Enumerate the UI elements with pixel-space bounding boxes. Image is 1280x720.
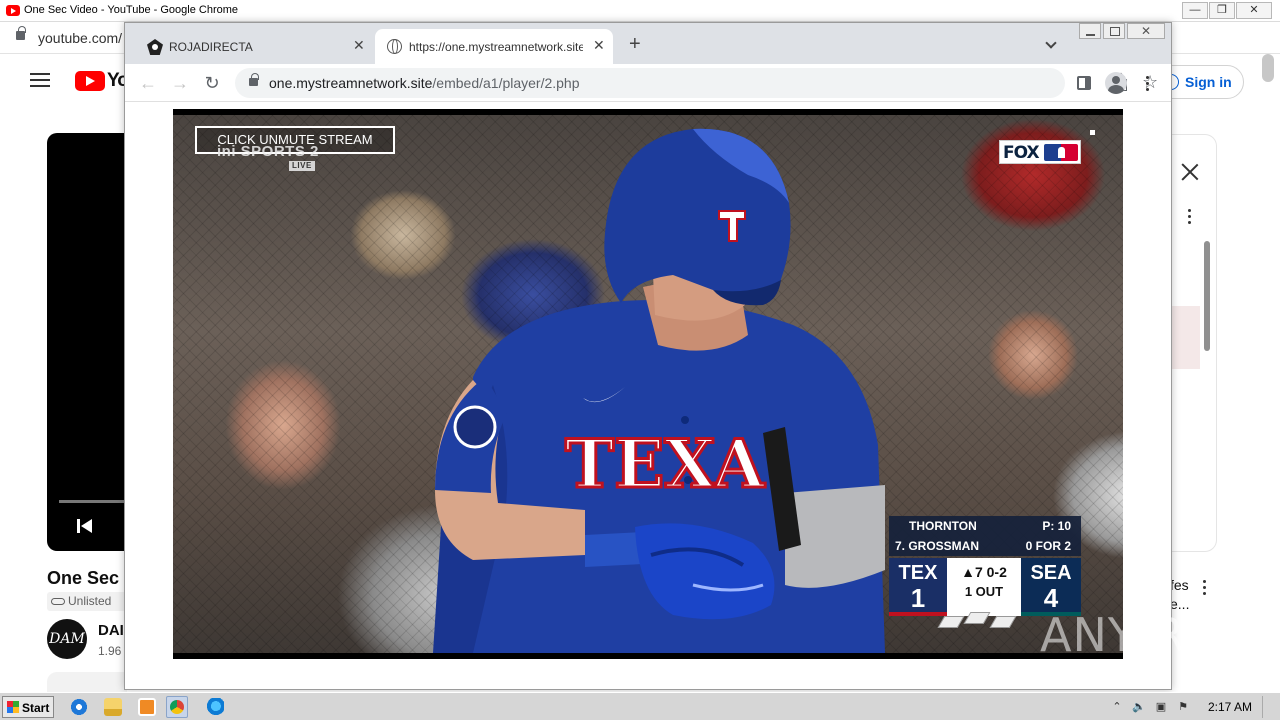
game-state-box: ▲7 0-2 1 OUT bbox=[947, 558, 1021, 616]
forward-arrow-icon[interactable]: → bbox=[169, 72, 191, 94]
away-team: TEX bbox=[898, 562, 938, 584]
outs-count: 1 OUT bbox=[964, 584, 1004, 599]
clock[interactable]: 2:17 AM bbox=[1208, 700, 1252, 714]
live-badge: LIVE bbox=[289, 161, 315, 171]
show-desktop-button[interactable] bbox=[1262, 696, 1276, 718]
tab-stream[interactable]: https://one.mystreamnetwork.site/e ✕ bbox=[375, 29, 613, 64]
media-player-icon[interactable] bbox=[138, 698, 156, 716]
video-player[interactable]: TEXA CLICK UNMUTE STREAM ini SPORTS 2 LI… bbox=[173, 109, 1123, 659]
scorebug: THORNTON P: 10 7. GROSSMAN 0 FOR 2 TEX 1… bbox=[889, 516, 1081, 628]
sign-in-label: Sign in bbox=[1185, 74, 1232, 90]
batter-row: 7. GROSSMAN 0 FOR 2 bbox=[889, 536, 1081, 556]
side-panel-highlight bbox=[1172, 306, 1200, 369]
url-path: /embed/a1/player/2.php bbox=[432, 75, 580, 91]
pitcher-row: THORNTON P: 10 bbox=[889, 516, 1081, 536]
pitch-count: P: 10 bbox=[1042, 519, 1071, 533]
network-prefix: ini bbox=[217, 143, 236, 160]
popup-close-button[interactable]: ✕ bbox=[1127, 23, 1165, 39]
unlisted-label: Unlisted bbox=[68, 594, 112, 608]
start-label: Start bbox=[22, 701, 50, 715]
recommendation-text: fes e... bbox=[1170, 577, 1190, 612]
maximize-button[interactable]: ❐ bbox=[1209, 2, 1235, 19]
previous-track-icon[interactable] bbox=[77, 518, 93, 534]
tray-expand-icon[interactable]: ⌃ bbox=[1110, 700, 1124, 714]
close-icon[interactable] bbox=[1180, 162, 1200, 182]
youtube-logo-icon[interactable] bbox=[75, 71, 105, 91]
profile-icon[interactable] bbox=[1105, 72, 1127, 94]
windows-logo-icon bbox=[7, 701, 19, 713]
subscriber-count: 1.96 bbox=[98, 644, 122, 658]
anyrun-watermark: ANY RUN bbox=[1040, 608, 1256, 662]
tab-close-icon[interactable]: ✕ bbox=[593, 37, 605, 54]
fox-mlb-logo: FOX bbox=[999, 140, 1081, 164]
inning-count: ▲7 0-2 bbox=[961, 564, 1007, 580]
lock-icon bbox=[16, 26, 26, 40]
globe-icon bbox=[387, 39, 402, 54]
back-arrow-icon[interactable]: ← bbox=[137, 72, 159, 94]
tab-rojadirecta[interactable]: ROJADIRECTA ✕ bbox=[125, 29, 373, 64]
chevron-down-icon[interactable] bbox=[1045, 37, 1057, 49]
recommendation-more-icon[interactable] bbox=[1203, 580, 1207, 596]
volume-icon[interactable]: 🔈 bbox=[1132, 700, 1146, 714]
page-content: TEXA CLICK UNMUTE STREAM ini SPORTS 2 LI… bbox=[125, 103, 1171, 689]
fox-logo-text: FOX bbox=[1003, 143, 1040, 163]
base-runners-icon bbox=[937, 612, 1037, 632]
new-tab-button[interactable]: + bbox=[629, 34, 641, 54]
rojadirecta-favicon-icon bbox=[147, 39, 163, 55]
tab-label: ROJADIRECTA bbox=[169, 40, 253, 54]
chrome-icon[interactable] bbox=[166, 696, 188, 718]
batter-name: 7. GROSSMAN bbox=[895, 539, 980, 553]
url-host: one.mystreamnetwork.site bbox=[269, 75, 433, 91]
internet-explorer-icon[interactable] bbox=[70, 698, 88, 716]
channel-name[interactable]: DAI bbox=[98, 622, 124, 639]
unlisted-badge: Unlisted bbox=[47, 592, 127, 611]
side-panel-scrollbar[interactable] bbox=[1204, 241, 1210, 351]
away-team-box: TEX 1 bbox=[889, 558, 947, 616]
network-name: SPORTS 2 bbox=[240, 143, 319, 160]
page-scrollbar[interactable] bbox=[1262, 54, 1274, 82]
lock-icon[interactable] bbox=[249, 73, 259, 86]
reload-icon[interactable]: ↻ bbox=[201, 72, 223, 94]
url-text: one.mystreamnetwork.site/embed/a1/player… bbox=[269, 75, 580, 91]
background-window-title: One Sec Video - YouTube - Google Chrome bbox=[24, 4, 239, 16]
jersey-lettering: TEXA bbox=[565, 425, 765, 503]
comment-area bbox=[47, 672, 127, 692]
more-options-icon[interactable] bbox=[1188, 209, 1192, 225]
action-center-flag-icon[interactable]: ⚑ bbox=[1176, 700, 1190, 714]
system-tray: ⌃ 🔈 ▣ ⚑ bbox=[1104, 693, 1280, 720]
start-button[interactable]: Start bbox=[2, 696, 54, 718]
youtube-favicon-icon bbox=[6, 5, 20, 16]
popup-chrome-window: ROJADIRECTA ✕ https://one.mystreamnetwor… bbox=[124, 22, 1172, 690]
popup-maximize-button[interactable] bbox=[1103, 23, 1125, 39]
taskbar: Start ⌃ 🔈 ▣ ⚑ 2:17 AM bbox=[0, 692, 1280, 720]
file-explorer-icon[interactable] bbox=[104, 698, 122, 716]
link-icon bbox=[51, 598, 65, 606]
popup-minimize-button[interactable] bbox=[1079, 23, 1101, 39]
edge-icon[interactable] bbox=[206, 698, 224, 716]
away-score: 1 bbox=[910, 583, 926, 613]
home-team: SEA bbox=[1030, 562, 1072, 584]
address-bar[interactable]: one.mystreamnetwork.site/embed/a1/player… bbox=[235, 68, 1158, 98]
tab-label: https://one.mystreamnetwork.site/e bbox=[409, 40, 583, 54]
close-button[interactable]: ✕ bbox=[1236, 2, 1272, 19]
mlb-logo-icon bbox=[1044, 144, 1078, 161]
background-url: youtube.com/ bbox=[38, 30, 123, 46]
bookmark-star-icon[interactable]: ☆ bbox=[1142, 72, 1158, 93]
network-icon[interactable]: ▣ bbox=[1154, 700, 1168, 714]
corner-marker bbox=[1090, 130, 1095, 135]
channel-avatar[interactable]: DAM bbox=[47, 619, 87, 659]
youtube-video-title: One Sec bbox=[47, 568, 120, 588]
tab-strip: ROJADIRECTA ✕ https://one.mystreamnetwor… bbox=[125, 23, 1171, 64]
minimize-button[interactable]: — bbox=[1182, 2, 1208, 19]
network-logo: ini SPORTS 2 LIVE bbox=[217, 143, 319, 171]
chrome-menu-icon[interactable] bbox=[1146, 76, 1150, 92]
hamburger-menu-icon[interactable] bbox=[30, 73, 50, 87]
batter-line: 0 FOR 2 bbox=[1025, 539, 1071, 553]
pitcher-name: THORNTON bbox=[909, 519, 977, 533]
side-panel-icon[interactable] bbox=[1077, 76, 1091, 90]
background-title-bar: One Sec Video - YouTube - Google Chrome … bbox=[0, 0, 1280, 22]
tab-close-icon[interactable]: ✕ bbox=[353, 37, 365, 54]
browser-toolbar: ← → ↻ one.mystreamnetwork.site/embed/a1/… bbox=[125, 64, 1171, 102]
